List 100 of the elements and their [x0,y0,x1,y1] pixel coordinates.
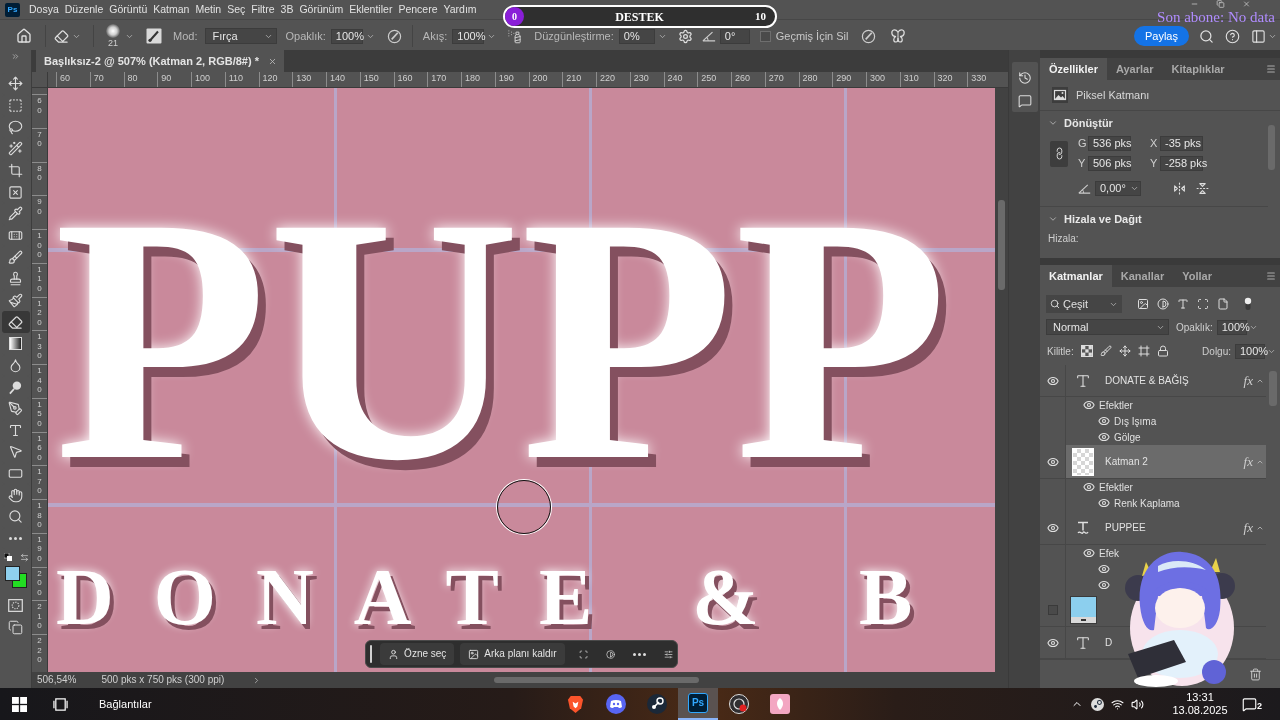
panel-tab[interactable]: Ayarlar [1106,58,1163,80]
select-subject-button[interactable]: Özne seç [380,643,455,665]
document-tab[interactable]: Başlıksız-2 @ 507% (Katman 2, RGB/8#) * [36,50,284,72]
eye-icon[interactable] [1098,579,1110,591]
zoom-level[interactable]: 506,54% [37,674,77,686]
panel-tab[interactable]: Kanallar [1111,265,1174,287]
clock-time[interactable]: 13:31 [1186,691,1214,704]
eye-icon[interactable] [1083,547,1095,559]
tool-button[interactable] [1,311,30,333]
circle-in-square-icon[interactable] [8,599,23,613]
trash-icon[interactable] [1249,667,1262,681]
chevron-down-icon[interactable] [1048,214,1058,224]
checkerboard-icon[interactable] [1080,345,1093,357]
input-field[interactable]: 506 pks [1088,156,1131,171]
home-icon[interactable] [16,28,32,44]
menu-item[interactable]: 3B [277,3,297,16]
brush-icon[interactable] [1099,345,1112,357]
canvas[interactable]: PUPP DONATE & B Özne seç Arka planı kaldır [48,88,995,672]
history-icon[interactable] [1017,71,1032,85]
spray-can-icon[interactable] [507,28,523,44]
menu-item[interactable]: Görünüm [296,3,347,16]
restore-icon[interactable] [1216,0,1225,8]
scan-icon[interactable] [1197,298,1209,310]
taskbar-app-button[interactable]: Ps [678,688,718,720]
settings-icon[interactable] [677,28,693,44]
opacity-field[interactable]: 100% [330,28,363,44]
menu-item[interactable]: Dosya [26,3,62,16]
eye-icon[interactable] [1098,497,1110,509]
remove-background-button[interactable]: Arka planı kaldır [460,643,565,665]
swap-colors-icon[interactable] [19,553,29,563]
eraser-icon[interactable] [54,28,69,44]
eye-icon[interactable] [1083,399,1095,411]
link-button[interactable] [1050,140,1068,167]
flip-vertical-icon[interactable] [1196,182,1209,195]
input-field[interactable]: -35 pks [1160,136,1203,151]
menu-item[interactable]: Filtre [248,3,278,16]
menu-item[interactable]: Metin [192,3,225,16]
checkbox[interactable] [759,30,771,42]
scrollbar-thumb[interactable] [998,200,1005,290]
panel-tab[interactable]: Katmanlar [1040,265,1112,287]
panel-tab[interactable]: Kitaplıklar [1162,58,1234,80]
speaker-icon[interactable] [1131,697,1144,711]
comment-icon[interactable] [1017,94,1032,108]
wifi-icon[interactable] [1111,697,1124,711]
search-icon[interactable] [1199,28,1214,44]
share-button[interactable]: Paylaş [1133,26,1189,46]
piston-tray-icon[interactable] [1091,697,1104,711]
panel-layout-icon[interactable] [1251,28,1266,44]
eye-icon[interactable] [1098,431,1110,443]
checkbox-label[interactable]: Geçmiş İçin Sil [775,27,849,45]
menu-item[interactable]: Seç [224,3,249,16]
stacked-windows-icon[interactable] [8,620,23,636]
windows-logo-icon[interactable] [12,696,27,712]
smoothing-field[interactable]: 0% [618,28,655,44]
eye-icon[interactable] [1046,455,1059,468]
angle-field[interactable]: 0° [719,28,750,44]
caret-icon[interactable] [1130,184,1139,193]
half-circle-icon[interactable] [605,647,615,661]
mode-dropdown[interactable]: Fırça [205,28,278,44]
toggle-icon[interactable] [1244,297,1252,311]
clock-date[interactable]: 13.08.2025 [1172,704,1228,717]
menu-item[interactable]: Katman [150,3,193,16]
eye-icon[interactable] [1046,374,1059,387]
widgets-label[interactable]: Bağlantılar [99,695,152,713]
eye-icon[interactable] [1046,636,1059,649]
brush-preview-icon[interactable] [106,24,120,38]
blend-mode-dropdown[interactable]: Normal [1046,319,1169,335]
close-icon[interactable] [267,56,277,66]
input-field[interactable]: 536 pks [1088,136,1131,151]
menu-item[interactable]: Pencere [395,3,441,16]
eye-icon[interactable] [1098,563,1110,575]
eye-icon[interactable] [1083,481,1095,493]
image-filter-icon[interactable] [1137,298,1149,310]
panel-tab[interactable]: Özellikler [1040,58,1107,80]
pen-circle-icon[interactable] [386,28,402,44]
scan-icon[interactable] [578,647,588,661]
angle-dropdown[interactable]: 0,00° [1095,181,1141,196]
section-title[interactable]: Dönüştür [1064,114,1113,132]
pen-circle-icon[interactable] [860,28,876,44]
butterfly-icon[interactable] [889,28,906,44]
eye-icon[interactable] [1046,521,1059,534]
type-icon[interactable] [1177,298,1189,310]
lock-icon[interactable] [1156,345,1169,357]
sliders-icon[interactable] [663,647,673,661]
foreground-color-swatch[interactable] [4,566,20,582]
menu-item[interactable]: Eklentiler [346,3,396,16]
more-icon[interactable] [632,652,646,656]
brush-settings-icon[interactable] [146,28,162,44]
frame-icon[interactable] [1137,345,1150,357]
notification-icon[interactable] [1242,696,1257,712]
flow-field[interactable]: 100% [452,28,485,44]
eye-icon[interactable] [1098,415,1110,427]
layer-filter-dropdown[interactable]: Çeşit [1046,295,1122,313]
section-title[interactable]: Hizala ve Dağıt [1064,210,1142,228]
menu-item[interactable]: Düzenle [61,3,107,16]
layer-row[interactable]: Katman 2 fx [1066,445,1266,478]
scrollbar-thumb[interactable] [494,677,700,683]
move-icon[interactable] [1118,345,1131,357]
file-icon[interactable] [1217,298,1229,310]
close-icon[interactable] [1242,0,1251,8]
